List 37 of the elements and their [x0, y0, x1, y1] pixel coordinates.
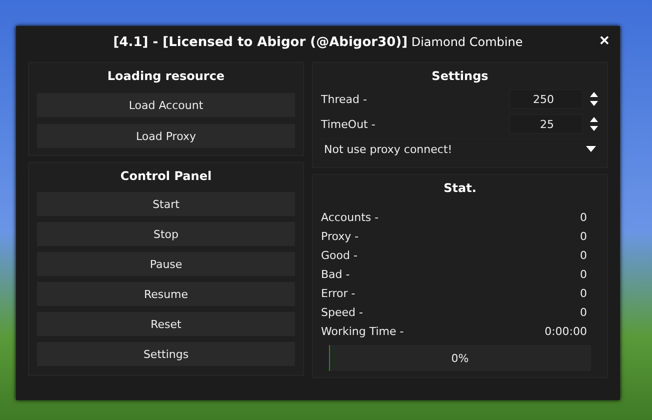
- stat-value: 0: [580, 249, 587, 262]
- proxy-dropdown[interactable]: Not use proxy connect!: [321, 138, 599, 161]
- stat-label: Working Time -: [321, 325, 404, 338]
- number-field[interactable]: 250: [509, 89, 583, 110]
- stat-value: 0: [580, 306, 587, 319]
- control-button[interactable]: Reset: [37, 312, 295, 336]
- close-button[interactable]: ✕: [597, 33, 612, 48]
- window-title: [4.1] - [Licensed to Abigor (@Abigor30)] Diamond Combine: [113, 34, 523, 50]
- stat-label: Speed -: [321, 306, 363, 319]
- stat-label: Error -: [321, 287, 356, 300]
- control-button[interactable]: Start: [37, 192, 295, 216]
- panel-title: Settings: [430, 68, 490, 85]
- stat-value: 0: [580, 268, 587, 281]
- stat-value: 0: [580, 287, 587, 300]
- setting-label: Thread -: [321, 92, 368, 106]
- stat-label: Bad -: [321, 268, 350, 281]
- spinner-arrows-icon[interactable]: [589, 116, 599, 132]
- panel-title: Loading resource: [106, 68, 226, 85]
- control-button[interactable]: Stop: [37, 222, 295, 246]
- dropdown-caret-icon: [586, 145, 596, 154]
- control-button[interactable]: Settings: [37, 342, 295, 366]
- panel-title: Stat.: [442, 180, 478, 197]
- stat-label: Accounts -: [321, 211, 379, 224]
- stat-label: Good -: [321, 249, 358, 262]
- control-button[interactable]: Pause: [37, 252, 295, 276]
- control-button[interactable]: Resume: [37, 282, 295, 306]
- panel-title: Control Panel: [119, 168, 213, 185]
- progress-text: 0%: [451, 352, 469, 364]
- stat-value: 0:00:00: [544, 325, 587, 338]
- stat-label: Proxy -: [321, 230, 359, 243]
- load-button[interactable]: Load Proxy: [37, 124, 295, 148]
- stat-value: 0: [580, 230, 587, 243]
- stat-value: 0: [580, 211, 587, 224]
- setting-label: TimeOut -: [321, 118, 376, 131]
- number-field[interactable]: 25: [509, 114, 583, 134]
- spinner-arrows-icon[interactable]: [589, 91, 599, 108]
- load-button[interactable]: Load Account: [37, 93, 295, 117]
